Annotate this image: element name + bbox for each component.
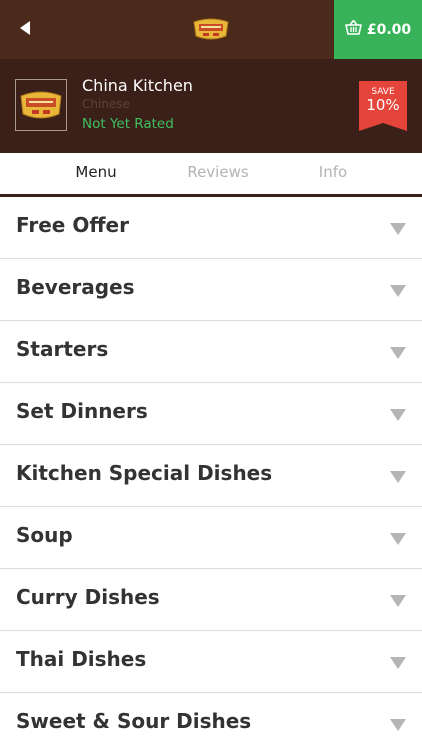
restaurant-logo: [15, 79, 67, 131]
restaurant-logo-small: [192, 16, 230, 42]
menu-category-curry-dishes[interactable]: Curry Dishes: [0, 569, 422, 631]
category-label: Kitchen Special Dishes: [16, 461, 273, 485]
back-arrow-icon: [18, 20, 32, 40]
restaurant-rating: Not Yet Rated: [82, 116, 174, 132]
restaurant-header: China Kitchen Chinese Not Yet Rated SAVE…: [0, 59, 422, 153]
menu-category-beverages[interactable]: Beverages: [0, 259, 422, 321]
menu-category-thai-dishes[interactable]: Thai Dishes: [0, 631, 422, 693]
category-label: Set Dinners: [16, 399, 148, 423]
chevron-down-icon: [389, 345, 407, 359]
tab-bar: Menu Reviews Info: [0, 153, 422, 197]
chevron-down-icon: [389, 531, 407, 545]
category-label: Thai Dishes: [16, 647, 147, 671]
menu-category-starters[interactable]: Starters: [0, 321, 422, 383]
category-label: Curry Dishes: [16, 585, 160, 609]
chevron-down-icon: [389, 283, 407, 297]
category-label: Soup: [16, 523, 73, 547]
menu-category-kitchen-special-dishes[interactable]: Kitchen Special Dishes: [0, 445, 422, 507]
discount-value: 10%: [366, 96, 400, 114]
category-label: Free Offer: [16, 213, 129, 237]
tab-menu[interactable]: Menu: [46, 163, 146, 181]
basket-total: £0.00: [366, 21, 412, 38]
menu-category-free-offer[interactable]: Free Offer: [0, 197, 422, 259]
category-label: Starters: [16, 337, 109, 361]
category-label: Sweet & Sour Dishes: [16, 709, 252, 733]
menu-category-sweet-sour-dishes[interactable]: Sweet & Sour Dishes: [0, 693, 422, 750]
restaurant-name: China Kitchen: [82, 76, 193, 95]
menu-category-list: Free Offer Beverages Starters Set Dinner…: [0, 197, 422, 750]
chevron-down-icon: [389, 593, 407, 607]
chevron-down-icon: [389, 655, 407, 669]
chevron-down-icon: [389, 469, 407, 483]
category-label: Beverages: [16, 275, 135, 299]
tab-info[interactable]: Info: [283, 163, 383, 181]
menu-category-set-dinners[interactable]: Set Dinners: [0, 383, 422, 445]
tab-reviews[interactable]: Reviews: [168, 163, 268, 181]
chevron-down-icon: [389, 407, 407, 421]
menu-category-soup[interactable]: Soup: [0, 507, 422, 569]
basket-icon: [345, 20, 362, 39]
chevron-down-icon: [389, 221, 407, 235]
basket-button[interactable]: £0.00: [334, 0, 422, 59]
discount-badge: SAVE 10%: [359, 81, 407, 131]
back-button[interactable]: [10, 14, 40, 46]
top-bar: £0.00: [0, 0, 422, 59]
chevron-down-icon: [389, 717, 407, 731]
restaurant-cuisine: Chinese: [82, 97, 130, 111]
